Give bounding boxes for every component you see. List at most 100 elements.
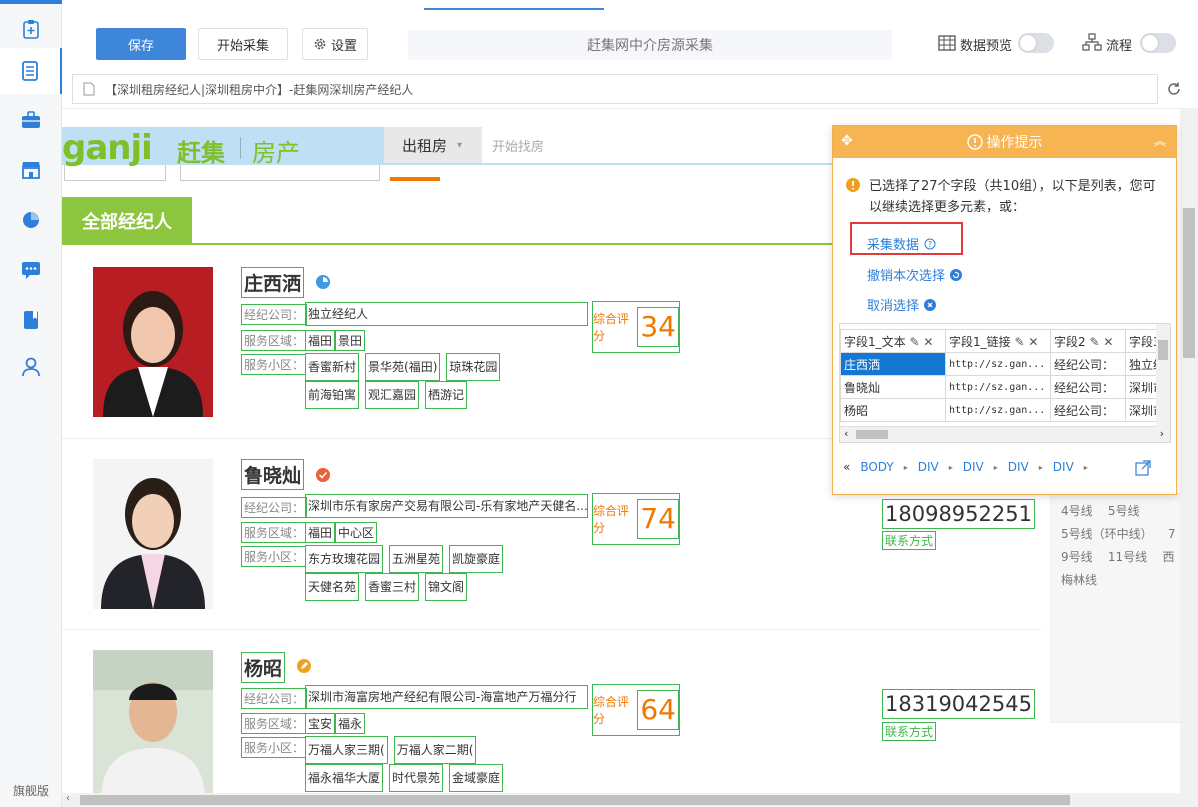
collapse-icon[interactable]: ︽ [1154, 132, 1166, 149]
table-cell[interactable]: 经纪公司： [1050, 398, 1126, 422]
filter-box-2[interactable] [180, 165, 380, 181]
table-cell[interactable]: 杨昭 [840, 398, 946, 422]
estate-tag[interactable]: 五洲星苑 [389, 545, 444, 573]
sidebar-item-store[interactable] [0, 147, 62, 193]
estate-tag[interactable]: 金域豪庭 [449, 764, 504, 792]
scroll-right-icon[interactable]: › [1160, 427, 1164, 440]
collect-data-link[interactable]: 采集数据 ? [867, 234, 936, 253]
scroll-thumb[interactable] [1158, 340, 1168, 360]
contact-link[interactable]: 联系方式 [882, 722, 937, 741]
scroll-left-icon[interactable]: ‹ [844, 427, 848, 440]
undo-selection-link[interactable]: 撤销本次选择 [867, 265, 963, 284]
area-tag[interactable]: 景田 [335, 330, 366, 351]
external-link-icon[interactable] [1135, 460, 1151, 476]
column-header[interactable]: 字段2 ✎ ✕ [1050, 329, 1126, 353]
scroll-thumb[interactable] [856, 430, 888, 439]
sidebar-item-messages[interactable] [0, 247, 62, 293]
area-tag[interactable]: 中心区 [335, 522, 378, 543]
estate-tag[interactable]: 锦文阁 [425, 573, 468, 601]
metro-line-link[interactable]: 4号线 [1061, 504, 1093, 518]
agent-company[interactable]: 独立经纪人 [305, 302, 588, 326]
address-bar[interactable]: 【深圳租房经纪人|深圳租房中介】-赶集网深圳房产经纪人 [72, 74, 1158, 104]
estate-tag[interactable]: 景华苑(福田) [365, 353, 441, 381]
path-node[interactable]: DIV [1008, 460, 1029, 474]
table-cell[interactable]: http://sz.gan... [945, 352, 1051, 376]
agent-name[interactable]: 杨昭 [241, 652, 286, 683]
area-tag[interactable]: 福永 [335, 713, 366, 734]
sidebar-item-tasks[interactable] [0, 48, 62, 94]
estate-tag[interactable]: 万福人家三期( [305, 736, 388, 764]
cancel-selection-link[interactable]: 取消选择 [867, 295, 937, 314]
start-collect-button[interactable]: 开始采集 [198, 28, 288, 60]
chevron-left-double-icon[interactable]: « [843, 460, 850, 474]
task-name-field[interactable]: 赶集网中介房源采集 [408, 30, 892, 60]
save-button[interactable]: 保存 [96, 28, 186, 60]
estate-tag[interactable]: 时代景苑 [389, 764, 444, 792]
estate-tag[interactable]: 东方玫瑰花园 [305, 545, 384, 573]
vertical-scrollbar[interactable] [1180, 108, 1198, 793]
metro-line-link[interactable]: 7 [1168, 527, 1176, 541]
metro-line-link[interactable]: 5号线 [1108, 504, 1140, 518]
agent-phone[interactable]: 18319042545 [882, 689, 1035, 719]
agent-phone[interactable]: 18098952251 [882, 499, 1035, 529]
estate-tag[interactable]: 香蜜三村 [365, 573, 420, 601]
agent-name[interactable]: 鲁晓灿 [241, 459, 305, 490]
table-row[interactable]: 鲁晓灿 http://sz.gan... 经纪公司： 深圳市 [840, 375, 1170, 399]
refresh-icon[interactable] [1166, 81, 1182, 97]
search-input[interactable]: 开始找房 [482, 127, 832, 163]
estate-tag[interactable]: 天健名苑 [305, 573, 360, 601]
path-node[interactable]: DIV [963, 460, 984, 474]
metro-line-link[interactable]: 西 [1162, 550, 1174, 564]
score-value[interactable]: 74 [637, 499, 679, 539]
move-icon[interactable]: ✥ [841, 133, 853, 149]
table-h-scrollbar[interactable]: ‹ › [840, 426, 1170, 442]
site-logo[interactable]: ganji [62, 131, 153, 165]
scroll-thumb[interactable] [80, 795, 1070, 805]
settings-button[interactable]: 设置 [302, 28, 368, 60]
table-row[interactable]: 杨昭 http://sz.gan... 经纪公司： 深圳市 [840, 398, 1170, 422]
sidebar-item-account[interactable] [0, 344, 62, 390]
search-category-select[interactable]: 出租房 ▾ [384, 127, 482, 163]
metro-line-link[interactable]: 5号线（环中线） [1061, 527, 1153, 541]
table-cell[interactable]: http://sz.gan... [945, 375, 1051, 399]
metro-line-link[interactable]: 9号线 [1061, 550, 1093, 564]
sidebar-item-stats[interactable] [0, 197, 62, 243]
sidebar-item-clipboard[interactable] [0, 6, 62, 52]
agent-photo[interactable] [93, 267, 213, 417]
agent-photo[interactable] [93, 650, 213, 793]
metro-line-link[interactable]: 11号线 [1108, 550, 1147, 564]
scroll-left-arrow-icon[interactable]: ‹ [66, 793, 70, 804]
flow-toggle[interactable] [1140, 33, 1176, 53]
agent-name[interactable]: 庄西洒 [241, 267, 305, 298]
table-row[interactable]: 庄西洒 http://sz.gan... 经纪公司： 独立经 [840, 352, 1170, 376]
estate-tag[interactable]: 香蜜新村 [305, 353, 360, 381]
table-cell[interactable]: http://sz.gan... [945, 398, 1051, 422]
path-node[interactable]: DIV [1053, 460, 1074, 474]
table-cell[interactable]: 鲁晓灿 [840, 375, 946, 399]
estate-tag[interactable]: 万福人家二期( [393, 736, 477, 764]
area-tag[interactable]: 宝安 [305, 713, 336, 734]
column-header[interactable]: 字段1_链接 ✎ ✕ [945, 329, 1051, 353]
area-tag[interactable]: 福田 [305, 522, 336, 543]
agent-company[interactable]: 深圳市乐有家房产交易有限公司-乐有家地产天健名... [305, 494, 588, 518]
sidebar-item-guide[interactable] [0, 297, 62, 343]
agent-photo[interactable] [93, 459, 213, 609]
estate-tag[interactable]: 前海铂寓 [305, 381, 360, 409]
data-preview-toggle[interactable] [1018, 33, 1054, 53]
path-node[interactable]: DIV [918, 460, 939, 474]
panel-header[interactable]: ✥ 操作提示 ︽ [833, 126, 1176, 158]
estate-tag[interactable]: 观汇嘉园 [365, 381, 420, 409]
score-value[interactable]: 64 [637, 690, 679, 730]
contact-link[interactable]: 联系方式 [882, 531, 937, 550]
column-header[interactable]: 字段1_文本 ✎ ✕ [840, 329, 946, 353]
estate-tag[interactable]: 凯旋豪庭 [449, 545, 504, 573]
area-tag[interactable]: 福田 [305, 330, 336, 351]
score-value[interactable]: 34 [637, 307, 679, 347]
estate-tag[interactable]: 琼珠花园 [446, 353, 501, 381]
table-cell[interactable]: 经纪公司： [1050, 352, 1126, 376]
table-v-scrollbar[interactable] [1156, 324, 1170, 428]
estate-tag[interactable]: 福永福华大厦 [305, 764, 384, 792]
path-node[interactable]: BODY [860, 460, 893, 474]
horizontal-scrollbar[interactable]: ‹ [62, 793, 1198, 807]
filter-box-1[interactable] [64, 165, 166, 181]
